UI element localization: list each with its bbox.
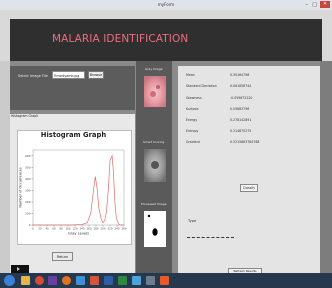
word-icon[interactable] bbox=[104, 276, 113, 285]
start-orb-icon[interactable] bbox=[4, 275, 15, 286]
y-tick-label: 500 bbox=[25, 165, 31, 169]
gray-image-preview bbox=[144, 76, 166, 107]
minimize-button[interactable]: – bbox=[306, 2, 309, 8]
close-button[interactable]: ✕ bbox=[320, 1, 330, 8]
plot-area bbox=[32, 149, 125, 226]
y-tick-label: 400 bbox=[25, 177, 31, 181]
processed-image-preview bbox=[144, 211, 166, 247]
classify-button[interactable]: Classify bbox=[240, 184, 258, 192]
select-image-label: Select Image File bbox=[18, 74, 48, 78]
feature-label-kurtosis: Kurtosis bbox=[186, 107, 199, 111]
x-tick-label: 100 bbox=[66, 227, 71, 231]
x-tick-label: 140 bbox=[80, 227, 85, 231]
feature-value-mean: 0.30164798 bbox=[230, 73, 250, 77]
x-axis-label: Gray Levels bbox=[68, 232, 89, 236]
firefox-icon[interactable] bbox=[62, 276, 71, 285]
y-axis-label: Number of Occurrences bbox=[19, 167, 23, 207]
media-player-icon[interactable] bbox=[76, 276, 85, 285]
feature-value-skewness: -0.059672120 bbox=[230, 96, 253, 100]
feature-label-skewness: Skewness bbox=[186, 96, 202, 100]
feature-label-std: Standard Deviation bbox=[186, 84, 217, 88]
feature-label-entropy: Entropy bbox=[186, 129, 199, 133]
app-title: MALARIA IDENTIFICATION bbox=[52, 33, 189, 45]
x-tick-label: 120 bbox=[73, 227, 78, 231]
feature-label-energy: Energy bbox=[186, 118, 198, 122]
x-tick-label: 240 bbox=[115, 227, 120, 231]
x-tick-label: 180 bbox=[94, 227, 99, 231]
excel-icon[interactable] bbox=[118, 276, 127, 285]
feature-value-std: 0.061858744 bbox=[230, 84, 252, 88]
processed-image-label: Processed Image bbox=[141, 202, 167, 206]
image-preview-column: Gray Image Smart Scoring Processed Image bbox=[136, 61, 172, 273]
x-tick-label: 200 bbox=[101, 227, 106, 231]
histogram-caption: Histogram Graph bbox=[11, 114, 39, 118]
window-title: myForm bbox=[157, 2, 175, 7]
x-tick-label: 160 bbox=[87, 227, 92, 231]
explorer-icon[interactable] bbox=[21, 276, 30, 285]
media-control-icon bbox=[11, 265, 29, 273]
feature-label-gradient: Gradient bbox=[186, 140, 200, 144]
file-path-input[interactable]: P.mediyamb.jpg bbox=[52, 71, 85, 79]
x-tick-label: 0 bbox=[32, 227, 34, 231]
feature-value-energy: 0.278142891 bbox=[230, 118, 252, 122]
histogram-svg: 01002003004005006000 20 40 60 80 100 120 140 160… bbox=[19, 149, 127, 236]
left-strip bbox=[0, 61, 10, 273]
x-tick-label: 60 bbox=[52, 227, 56, 231]
y-tick-label: 200 bbox=[25, 200, 31, 204]
y-tick-label: 0 bbox=[29, 223, 31, 227]
right-scroll-strip bbox=[320, 61, 332, 273]
gray-image-label: Gray Image bbox=[145, 67, 163, 71]
binary-image-preview bbox=[144, 149, 166, 182]
visual-studio-icon[interactable] bbox=[48, 276, 57, 285]
feature-value-kurtosis: 0.55683796 bbox=[230, 107, 250, 111]
x-tick-label: 80 bbox=[59, 227, 63, 231]
calculator-icon[interactable] bbox=[146, 276, 155, 285]
x-tick-label: 20 bbox=[38, 227, 42, 231]
y-tick-label: 600 bbox=[25, 154, 31, 158]
maximize-button[interactable]: □ bbox=[312, 2, 317, 8]
type-result-field bbox=[187, 237, 234, 239]
x-tick-label: 220 bbox=[108, 227, 113, 231]
paint-icon[interactable] bbox=[132, 276, 141, 285]
y-tick-label: 100 bbox=[25, 211, 31, 215]
x-tick-label: 260 bbox=[122, 227, 127, 231]
powerpoint-icon[interactable] bbox=[90, 276, 99, 285]
y-tick-label: 300 bbox=[25, 188, 31, 192]
binary-image-label: Smart Scoring bbox=[143, 140, 165, 144]
feature-label-mean: Mean bbox=[186, 73, 195, 77]
chrome-icon[interactable] bbox=[35, 276, 44, 285]
feature-value-gradient: 0.3215683784768 bbox=[230, 140, 260, 144]
matlab-icon[interactable] bbox=[160, 276, 169, 285]
feature-value-entropy: 0.314870275 bbox=[230, 129, 252, 133]
x-tick-label: 40 bbox=[45, 227, 49, 231]
type-label: Type bbox=[188, 219, 197, 223]
return-button[interactable]: Return bbox=[52, 252, 73, 261]
browse-button[interactable]: Browse bbox=[88, 71, 104, 79]
